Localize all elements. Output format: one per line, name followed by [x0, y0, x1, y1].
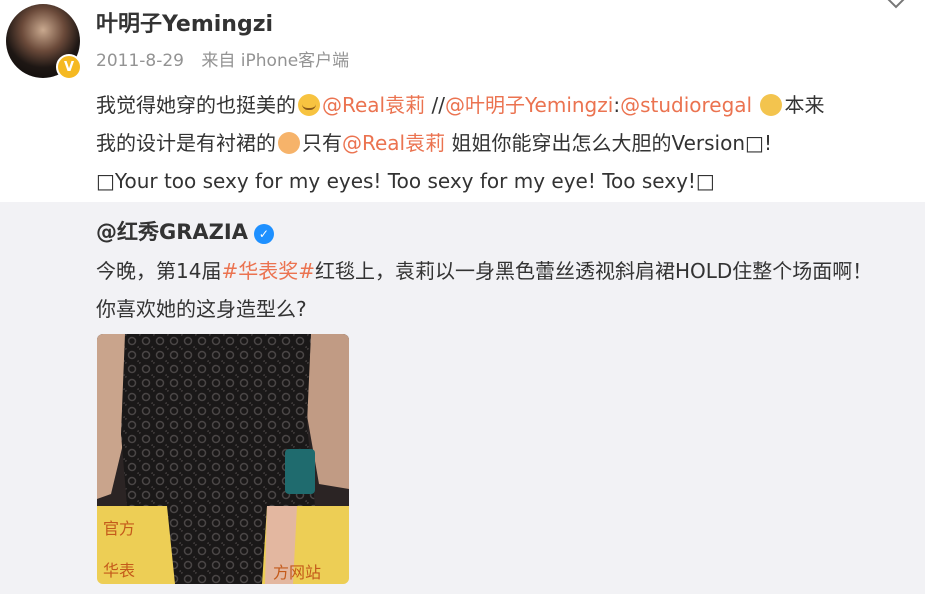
mention-link[interactable]: @Real袁莉 — [322, 93, 425, 117]
repost-text-segment: 红毯上，袁莉以一身黑色蕾丝透视斜肩裙HOLD住整个场面啊！ — [314, 259, 873, 283]
emoji-icon — [760, 94, 783, 116]
mention-link[interactable]: @Real袁莉 — [342, 131, 445, 155]
dress-photo-graphic: 官方 华表 方网站 — [97, 334, 349, 584]
post-meta: 2011-8-29 来自 iPhone客户端 — [96, 46, 361, 71]
mention-link[interactable]: @studioregal — [620, 93, 752, 117]
verified-blue-icon: ✓ — [253, 224, 274, 244]
repost-username-text[interactable]: @红秀GRAZIA — [96, 220, 248, 244]
post-text-segment: 只有 — [302, 131, 342, 155]
post-text-segment: 我的设计是有衬裙的 — [96, 131, 276, 155]
post-text-segment: 本来 — [784, 93, 825, 117]
repost-username[interactable]: @红秀GRAZIA ✓ — [96, 216, 274, 246]
post-username[interactable]: 叶明子Yemingzi — [96, 6, 273, 38]
repost-text-segment: 今晚，第14届 — [96, 259, 222, 283]
avatar-verified-icon: V — [56, 54, 82, 80]
emoji-icon — [278, 132, 300, 154]
post-source: 来自 iPhone客户端 — [201, 51, 350, 71]
image-watermark-text: 华表 — [103, 561, 135, 580]
emoji-icon — [298, 94, 320, 116]
post-text-segment: // — [425, 93, 445, 117]
post-text-segment: 我觉得她穿的也挺美的 — [96, 93, 296, 117]
repost-text: 今晚，第14届#华表奖#红毯上，袁莉以一身黑色蕾丝透视斜肩裙HOLD住整个场面啊… — [96, 252, 911, 328]
post-text: 我觉得她穿的也挺美的 @Real袁莉 //@叶明子Yemingzi:@studio… — [96, 93, 825, 193]
hashtag-link[interactable]: #华表奖# — [221, 259, 315, 283]
post-text-segment: 姐姐你能穿出怎么大胆的Version — [445, 131, 746, 155]
avatar[interactable]: V — [6, 4, 82, 80]
post-text-segment: Your too sexy for my eyes! Too sexy for … — [114, 169, 696, 193]
image-watermark-text: 官方 — [103, 519, 135, 538]
chevron-down-icon[interactable] — [884, 0, 908, 14]
repost-text-segment: 你喜欢她的这身造型么? — [96, 297, 307, 321]
post-text-segment: ! — [763, 131, 772, 155]
repost-card[interactable]: @红秀GRAZIA ✓ 今晚，第14届#华表奖#红毯上，袁莉以一身黑色蕾丝透视斜肩… — [0, 202, 925, 594]
mention-link[interactable]: @叶明子Yemingzi — [445, 93, 613, 117]
image-watermark-text: 方网站 — [273, 563, 321, 582]
repost-image[interactable]: 官方 华表 方网站 — [97, 334, 349, 584]
post-date[interactable]: 2011-8-29 — [96, 51, 184, 71]
